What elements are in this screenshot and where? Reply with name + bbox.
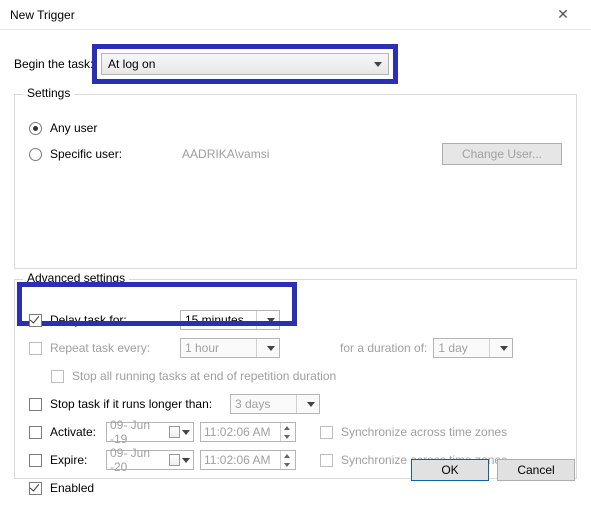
stop-running-row: Stop all running tasks at end of repetit… (51, 364, 562, 388)
activate-checkbox[interactable] (29, 426, 42, 439)
chevron-down-icon (182, 458, 190, 463)
activate-date-value: 09- Jun -19 (110, 418, 165, 446)
stop-longer-select[interactable]: 3 days (230, 394, 320, 414)
change-user-button[interactable]: Change User... (442, 143, 562, 165)
expire-date-value: 09- Jun -20 (110, 446, 165, 474)
window-title: New Trigger (10, 8, 75, 22)
specific-user-label: Specific user: (50, 147, 122, 161)
chevron-down-icon (267, 346, 275, 351)
expire-date[interactable]: 09- Jun -20 (106, 450, 194, 470)
activate-sync-label: Synchronize across time zones (341, 425, 507, 439)
expire-time-value: 11:02:06 AM (204, 453, 271, 467)
stop-longer-checkbox[interactable] (29, 398, 42, 411)
activate-sync-checkbox[interactable] (320, 426, 333, 439)
delay-value: 15 minutes (185, 313, 252, 327)
activate-row: Activate: 09- Jun -19 11:02:06 AM Synchr… (29, 420, 562, 444)
stop-longer-value: 3 days (235, 397, 292, 411)
duration-select[interactable]: 1 day (433, 338, 513, 358)
delay-select[interactable]: 15 minutes (180, 310, 280, 330)
begin-task-value: At log on (108, 57, 368, 71)
expire-checkbox[interactable] (29, 454, 42, 467)
chevron-down-icon (182, 430, 190, 435)
enabled-checkbox[interactable] (29, 482, 42, 495)
settings-legend: Settings (23, 86, 74, 100)
duration-label: for a duration of: (340, 341, 427, 355)
specific-user-radio-row[interactable]: Specific user: AADRIKA\vamsi Change User… (29, 143, 562, 165)
expire-label: Expire: (50, 453, 106, 467)
begin-task-label: Begin the task: (14, 57, 94, 71)
expire-sync-checkbox[interactable] (320, 454, 333, 467)
chevron-up-icon (284, 454, 290, 458)
delay-label: Delay task for: (50, 313, 180, 327)
ok-button[interactable]: OK (411, 459, 489, 481)
expire-time[interactable]: 11:02:06 AM (200, 450, 296, 470)
chevron-down-icon (284, 463, 290, 467)
repeat-checkbox[interactable] (29, 342, 42, 355)
duration-value: 1 day (438, 341, 485, 355)
chevron-up-icon (284, 426, 290, 430)
close-icon[interactable]: ✕ (543, 6, 583, 23)
enabled-label: Enabled (50, 481, 94, 495)
repeat-value: 1 hour (185, 341, 252, 355)
calendar-icon (169, 454, 180, 466)
repeat-select[interactable]: 1 hour (180, 338, 280, 358)
delay-row: Delay task for: 15 minutes (29, 308, 562, 332)
begin-task-select[interactable]: At log on (101, 53, 389, 75)
calendar-icon (169, 426, 180, 438)
activate-time-value: 11:02:06 AM (204, 425, 271, 439)
title-bar: New Trigger ✕ (0, 0, 591, 30)
repeat-row: Repeat task every: 1 hour for a duration… (29, 336, 562, 360)
chevron-down-icon (374, 62, 382, 67)
advanced-legend: Advanced settings (23, 271, 129, 285)
chevron-down-icon (267, 318, 275, 323)
activate-time[interactable]: 11:02:06 AM (200, 422, 296, 442)
settings-group: Settings Any user Specific user: AADRIKA… (14, 94, 577, 269)
activate-label: Activate: (50, 425, 106, 439)
stop-running-label: Stop all running tasks at end of repetit… (72, 369, 336, 383)
chevron-down-icon (500, 346, 508, 351)
delay-checkbox[interactable] (29, 314, 42, 327)
specific-user-value: AADRIKA\vamsi (182, 147, 269, 161)
advanced-group: Advanced settings Delay task for: 15 min… (14, 279, 577, 479)
any-user-radio[interactable] (29, 122, 42, 135)
activate-date[interactable]: 09- Jun -19 (106, 422, 194, 442)
repeat-label: Repeat task every: (50, 341, 180, 355)
chevron-down-icon (307, 402, 315, 407)
stop-longer-row: Stop task if it runs longer than: 3 days (29, 392, 562, 416)
chevron-down-icon (284, 435, 290, 439)
cancel-button[interactable]: Cancel (497, 459, 575, 481)
any-user-radio-row[interactable]: Any user (29, 121, 562, 135)
stop-longer-label: Stop task if it runs longer than: (50, 397, 230, 411)
any-user-label: Any user (50, 121, 97, 135)
specific-user-radio[interactable] (29, 148, 42, 161)
stop-running-checkbox[interactable] (51, 370, 64, 383)
